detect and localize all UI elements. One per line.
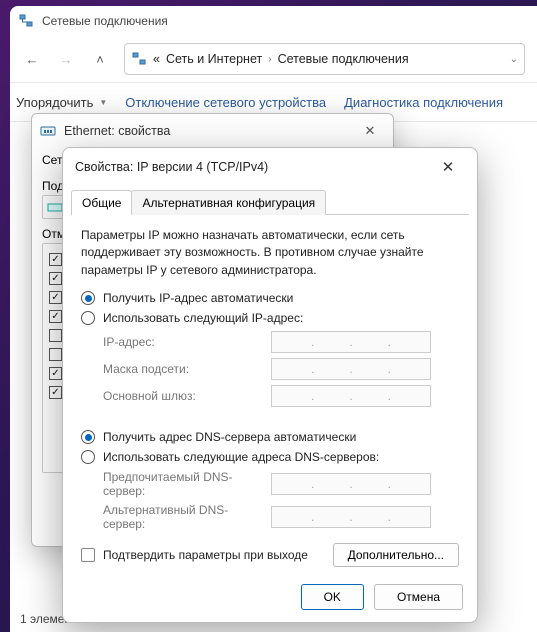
checkbox[interactable]: [49, 272, 62, 285]
radio-ip-auto-row[interactable]: Получить IP-адрес автоматически: [81, 291, 459, 305]
radio-dns-manual-row[interactable]: Использовать следующие адреса DNS-сервер…: [81, 450, 459, 464]
alternate-dns-input: ...: [271, 506, 431, 528]
ipv4-info-text: Параметры IP можно назначать автоматичес…: [81, 227, 459, 279]
validate-on-exit-checkbox[interactable]: [81, 548, 95, 562]
checkbox[interactable]: [49, 329, 62, 342]
tab-alternate-config[interactable]: Альтернативная конфигурация: [131, 190, 326, 215]
alternate-dns-label: Альтернативный DNS-сервер:: [103, 503, 263, 531]
validate-on-exit-label: Подтвердить параметры при выходе: [103, 548, 308, 562]
checkbox[interactable]: [49, 291, 62, 304]
radio-dns-auto-row[interactable]: Получить адрес DNS-сервера автоматически: [81, 430, 459, 444]
network-icon: [131, 51, 147, 67]
close-icon[interactable]: ✕: [431, 153, 465, 181]
subnet-mask-input: ...: [271, 358, 431, 380]
explorer-titlebar: Сетевые подключения: [10, 6, 537, 36]
ethernet-props-title: Ethernet: свойства: [64, 124, 170, 138]
ethernet-props-titlebar: Ethernet: свойства ✕: [32, 114, 393, 148]
radio-dns-manual-label: Использовать следующие адреса DNS-сервер…: [103, 450, 379, 464]
gateway-label: Основной шлюз:: [103, 389, 263, 403]
breadcrumb-seg2[interactable]: Сетевые подключения: [278, 52, 409, 66]
ok-button[interactable]: OK: [301, 584, 364, 610]
radio-ip-manual-row[interactable]: Использовать следующий IP-адрес:: [81, 311, 459, 325]
radio-ip-auto-label: Получить IP-адрес автоматически: [103, 291, 293, 305]
radio-ip-auto[interactable]: [81, 291, 95, 305]
radio-ip-manual-label: Использовать следующий IP-адрес:: [103, 311, 303, 325]
diagnose-button[interactable]: Диагностика подключения: [344, 95, 503, 110]
back-button[interactable]: ←: [16, 43, 48, 75]
breadcrumb-prefix: «: [153, 52, 160, 66]
ipv4-tabstrip: Общие Альтернативная конфигурация: [63, 186, 477, 214]
ipv4-tab-content: Параметры IP можно назначать автоматичес…: [63, 215, 477, 579]
breadcrumb-seg1[interactable]: Сеть и Интернет: [166, 52, 262, 66]
close-icon[interactable]: ✕: [355, 119, 385, 143]
forward-button[interactable]: →: [50, 43, 82, 75]
up-button[interactable]: ˄: [84, 43, 116, 75]
preferred-dns-label: Предпочитаемый DNS-сервер:: [103, 470, 263, 498]
preferred-dns-input: ...: [271, 473, 431, 495]
radio-dns-auto-label: Получить адрес DNS-сервера автоматически: [103, 430, 356, 444]
checkbox[interactable]: [49, 253, 62, 266]
adapter-icon: [47, 199, 63, 215]
ipv4-titlebar: Свойства: IP версии 4 (TCP/IPv4) ✕: [63, 148, 477, 186]
subnet-mask-label: Маска подсети:: [103, 362, 263, 376]
disable-device-button[interactable]: Отключение сетевого устройства: [125, 95, 326, 110]
chevron-down-icon[interactable]: ⌄: [510, 54, 518, 65]
chevron-right-icon: ›: [268, 54, 271, 65]
gateway-input: ...: [271, 385, 431, 407]
ipv4-footer: OK Отмена: [301, 584, 463, 610]
explorer-title: Сетевые подключения: [42, 14, 168, 28]
breadcrumb[interactable]: « Сеть и Интернет › Сетевые подключения …: [124, 43, 525, 75]
advanced-button[interactable]: Дополнительно...: [333, 543, 459, 567]
radio-dns-auto[interactable]: [81, 430, 95, 444]
chevron-down-icon: ▼: [99, 98, 107, 107]
ip-address-label: IP-адрес:: [103, 335, 263, 349]
radio-ip-manual[interactable]: [81, 311, 95, 325]
ethernet-icon: [40, 123, 56, 139]
tab-general[interactable]: Общие: [71, 190, 132, 215]
ipv4-properties-window: Свойства: IP версии 4 (TCP/IPv4) ✕ Общие…: [62, 147, 478, 623]
radio-dns-manual[interactable]: [81, 450, 95, 464]
cancel-button[interactable]: Отмена: [374, 584, 463, 610]
checkbox[interactable]: [49, 367, 62, 380]
ipv4-window-title: Свойства: IP версии 4 (TCP/IPv4): [75, 160, 268, 174]
organize-menu[interactable]: Упорядочить▼: [16, 95, 107, 110]
network-connections-icon: [18, 13, 34, 29]
checkbox[interactable]: [49, 310, 62, 323]
checkbox[interactable]: [49, 386, 62, 399]
explorer-nav: ← → ˄ « Сеть и Интернет › Сетевые подклю…: [10, 36, 537, 82]
checkbox[interactable]: [49, 348, 62, 361]
ip-address-input: ...: [271, 331, 431, 353]
